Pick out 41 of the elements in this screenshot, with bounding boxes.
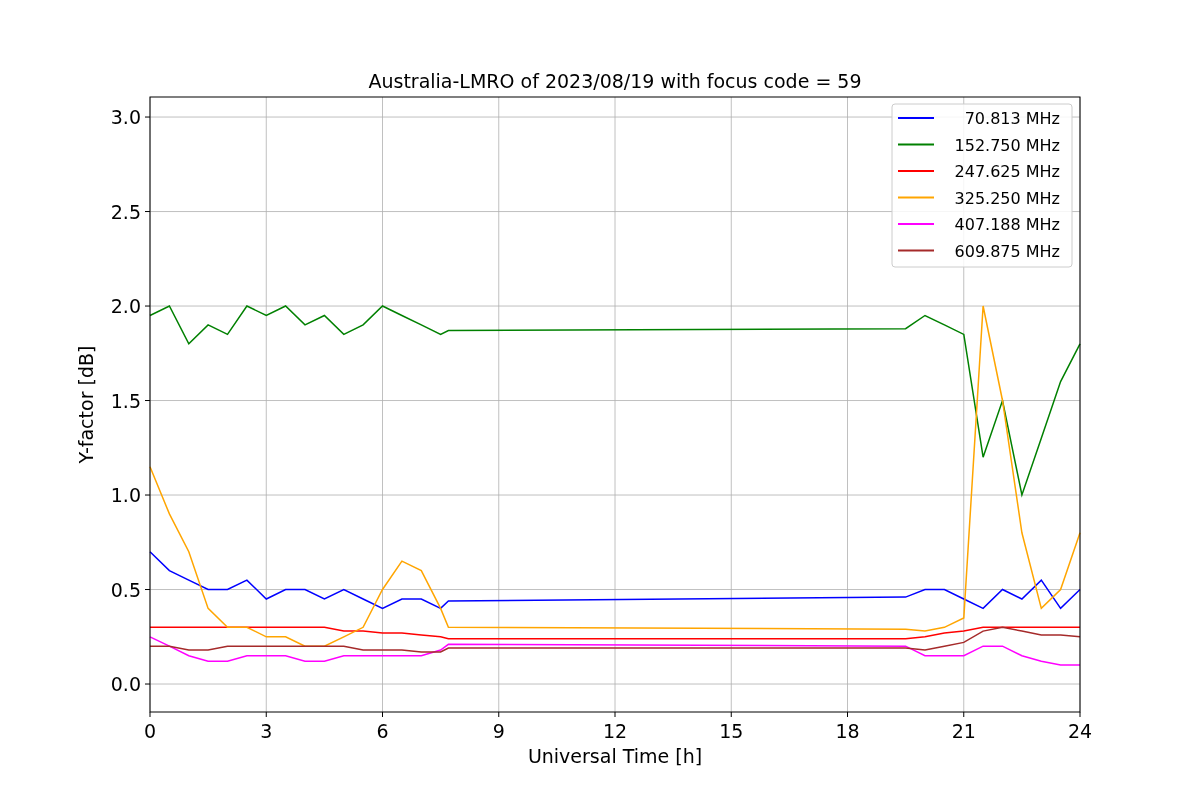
chart-title: Australia-LMRO of 2023/08/19 with focus code = 59 xyxy=(368,70,862,92)
tick-label: 15 xyxy=(719,720,744,742)
legend-label: 325.250 MHz xyxy=(954,188,1060,208)
tick-mark xyxy=(847,711,848,718)
tick-label: 0.0 xyxy=(110,673,141,696)
tick-label: 0.5 xyxy=(110,578,141,601)
tick-label: 2.0 xyxy=(110,295,141,318)
x-axis-label: Universal Time [h] xyxy=(527,745,703,767)
tick-label: 21 xyxy=(951,720,976,742)
tick-label: 3 xyxy=(260,720,273,742)
tick-mark xyxy=(144,116,151,118)
tick-label: 2.5 xyxy=(110,200,141,223)
tick-mark xyxy=(730,711,732,718)
tick-label: 6 xyxy=(376,720,389,742)
y-axis-label: Y-factor [dB] xyxy=(75,345,97,464)
tick-mark xyxy=(144,683,151,685)
tick-label: 24 xyxy=(1067,720,1093,742)
tick-mark xyxy=(144,305,151,307)
tick-mark xyxy=(382,711,383,718)
tick-label: 1.5 xyxy=(110,389,141,412)
tick-mark xyxy=(1079,711,1081,718)
legend-label: 70.813 MHz xyxy=(964,109,1060,128)
tick-label: 18 xyxy=(835,720,860,742)
tick-mark xyxy=(498,711,500,718)
legend-label: 247.625 MHz xyxy=(954,162,1060,181)
tick-mark xyxy=(963,711,965,718)
tick-mark xyxy=(265,711,267,718)
tick-mark xyxy=(144,494,151,496)
tick-mark xyxy=(149,711,151,718)
tick-label: 9 xyxy=(492,720,505,742)
legend-label: 152.750 MHz xyxy=(954,135,1060,155)
tick-label: 3.0 xyxy=(110,106,141,129)
tick-mark xyxy=(144,211,151,213)
tick-mark xyxy=(144,589,151,591)
tick-mark xyxy=(144,400,151,402)
tick-label: 0 xyxy=(143,720,157,742)
tick-label: 12 xyxy=(602,720,628,742)
tick-label: 1.0 xyxy=(110,484,141,507)
legend-label: 609.875 MHz xyxy=(954,241,1060,261)
legend-label: 407.188 MHz xyxy=(954,215,1060,234)
tick-mark xyxy=(614,711,616,718)
